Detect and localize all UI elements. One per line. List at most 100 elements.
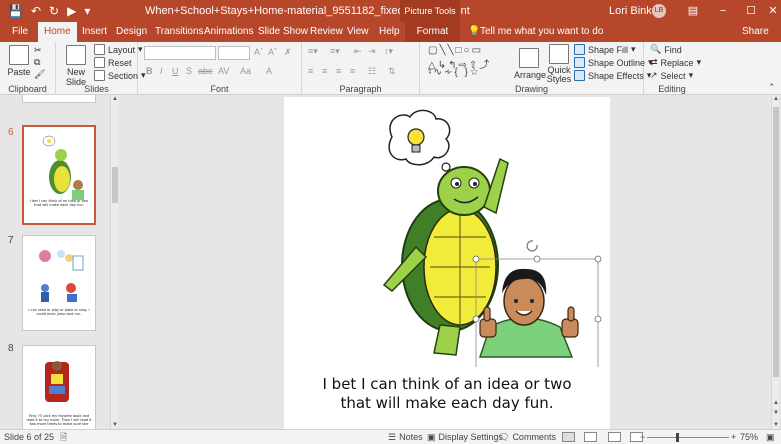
display-settings-button[interactable]: ▣ Display Settings <box>427 430 503 444</box>
tab-home[interactable]: Home <box>38 22 77 42</box>
layout-button[interactable]: Layout ▾ <box>94 44 143 55</box>
replace-button[interactable]: ⇄ Replace ▾ <box>650 57 701 68</box>
strikethrough-button[interactable]: abc <box>198 66 213 76</box>
tab-animations[interactable]: Animations <box>198 22 259 42</box>
tab-design[interactable]: Design <box>110 22 153 42</box>
resize-handle[interactable] <box>594 255 602 263</box>
next-slide-icon[interactable]: ▼ <box>772 409 780 417</box>
font-color-button[interactable]: A <box>266 66 272 76</box>
thumbnail-slide-7[interactable]: I can read or play or bake or sing. I co… <box>22 235 96 331</box>
fit-to-window-icon[interactable]: ▣ <box>766 430 775 444</box>
save-icon[interactable]: 💾 <box>8 0 23 22</box>
undo-icon[interactable]: ↶ <box>31 0 41 22</box>
resize-handle[interactable] <box>472 315 480 323</box>
avatar[interactable]: LB <box>652 4 666 18</box>
zoom-slider-thumb[interactable] <box>676 433 679 442</box>
start-from-beginning-icon[interactable]: ▶ <box>67 0 76 22</box>
new-slide-button[interactable]: New Slide <box>62 45 90 87</box>
increase-indent-icon[interactable]: ⇥ <box>368 46 376 57</box>
align-right-icon[interactable]: ≡ <box>336 66 341 76</box>
tab-help[interactable]: Help <box>373 22 406 42</box>
reading-view-icon[interactable] <box>608 432 621 442</box>
format-painter-icon[interactable]: 🖌 <box>34 69 45 80</box>
canvas-scroll-up-icon[interactable]: ▲ <box>772 95 780 103</box>
zoom-in-icon[interactable]: + <box>731 430 736 444</box>
zoom-level[interactable]: 75% <box>740 430 758 444</box>
zoom-out-icon[interactable]: − <box>640 430 645 444</box>
tab-format[interactable]: Format <box>405 22 460 42</box>
align-left-icon[interactable]: ≡ <box>308 66 313 76</box>
spellcheck-icon[interactable]: 🗎 <box>60 430 67 444</box>
previous-slide-icon[interactable]: ▲ <box>772 399 780 407</box>
minimize-button[interactable]: − <box>708 0 738 22</box>
shape-fill-button[interactable]: Shape Fill ▾ <box>574 44 636 55</box>
slides-panel-scrollbar[interactable]: ▲ ▼ <box>110 95 118 429</box>
character-spacing-button[interactable]: AV <box>218 66 229 76</box>
cut-icon[interactable]: ✂ <box>34 45 42 56</box>
align-center-icon[interactable]: ≡ <box>322 66 327 76</box>
copy-icon[interactable]: ⧉ <box>34 57 40 68</box>
line-spacing-icon[interactable]: ↕▾ <box>384 46 393 57</box>
slide-sorter-view-icon[interactable] <box>584 432 597 442</box>
zoom-slider[interactable] <box>647 437 729 438</box>
resize-handle[interactable] <box>594 315 602 323</box>
text-direction-icon[interactable]: ⇅ <box>388 66 396 77</box>
slide-counter: Slide 6 of 25 <box>4 432 55 442</box>
scroll-down-icon[interactable]: ▼ <box>111 421 119 429</box>
resize-handle[interactable] <box>533 255 541 263</box>
decrease-indent-icon[interactable]: ⇤ <box>354 46 362 57</box>
comments-button[interactable]: 🗨 Comments <box>498 430 556 444</box>
clear-formatting-icon[interactable]: ✗ <box>284 47 292 58</box>
shape-outline-button[interactable]: Shape Outline ▾ <box>574 57 653 68</box>
shape-effects-button[interactable]: Shape Effects ▾ <box>574 70 651 81</box>
shrink-font-icon[interactable]: Aˇ <box>268 47 277 57</box>
slide-canvas-scrollbar[interactable]: ▲ ▲ ▼ ▼ <box>771 95 779 429</box>
tab-insert[interactable]: Insert <box>76 22 113 42</box>
grow-font-icon[interactable]: Aˆ <box>254 47 263 57</box>
shadow-button[interactable]: S <box>186 66 192 76</box>
bold-button[interactable]: B <box>146 66 153 76</box>
customize-qat-icon[interactable]: ▾ <box>84 0 90 22</box>
bullets-icon[interactable]: ≡▾ <box>308 46 318 57</box>
thumbnail-slide-6[interactable]: I bet I can think of an idea or two that… <box>22 125 96 225</box>
canvas-scroll-thumb[interactable] <box>773 107 779 377</box>
thumbnail-6-art <box>42 135 84 200</box>
canvas-scroll-down-icon[interactable]: ▼ <box>772 421 780 429</box>
user-name[interactable]: Lori Binko <box>609 0 658 22</box>
columns-icon[interactable]: ☷ <box>368 66 376 77</box>
resize-handle[interactable] <box>472 255 480 263</box>
shapes-gallery-row3[interactable]: ♮∿∻{ }☆ <box>428 67 481 78</box>
share-button[interactable]: Share <box>736 22 775 42</box>
change-case-button[interactable]: Aa <box>240 66 251 76</box>
scroll-up-icon[interactable]: ▲ <box>111 95 119 103</box>
redo-icon[interactable]: ↻ <box>49 0 59 22</box>
reset-button[interactable]: Reset <box>94 57 132 68</box>
close-button[interactable]: ✕ <box>758 0 781 22</box>
font-name-combo[interactable] <box>144 46 216 60</box>
notes-button[interactable]: ☰ Notes <box>388 430 423 444</box>
collapse-ribbon-icon[interactable]: ⌃ <box>768 82 776 93</box>
italic-button[interactable]: I <box>160 66 163 76</box>
underline-button[interactable]: U <box>172 66 179 76</box>
thought-bubble-image[interactable] <box>388 109 457 176</box>
font-size-combo[interactable] <box>218 46 250 60</box>
tab-file[interactable]: File <box>6 22 34 42</box>
slide-body-text[interactable]: I bet I can think of an idea or two that… <box>284 375 610 413</box>
numbering-icon[interactable]: ≡▾ <box>330 46 340 57</box>
thumbnail-slide-8[interactable]: First, I'll pick my favorite book and re… <box>22 345 96 429</box>
quick-styles-button[interactable]: Quick Styles <box>544 44 574 84</box>
thumbnail-slide-5-partial[interactable] <box>22 95 96 103</box>
ribbon-display-options-icon[interactable]: ▤ <box>678 0 708 22</box>
tab-view[interactable]: View <box>341 22 375 42</box>
slides-panel-scroll-thumb[interactable] <box>112 167 118 203</box>
normal-view-icon[interactable] <box>562 432 575 442</box>
thumbnail-number-8: 8 <box>8 343 14 354</box>
justify-icon[interactable]: ≡ <box>350 66 355 76</box>
arrange-button[interactable]: Arrange <box>514 48 546 80</box>
shapes-gallery[interactable]: ▢╲╲□○▭ <box>428 45 483 56</box>
tell-me-search[interactable]: Tell me what you want to do <box>474 22 609 42</box>
rotate-handle-icon[interactable] <box>526 240 538 252</box>
find-button[interactable]: 🔍 Find <box>650 44 682 55</box>
select-button[interactable]: ↗ Select ▾ <box>650 70 693 81</box>
paste-button[interactable]: Paste <box>6 45 32 77</box>
